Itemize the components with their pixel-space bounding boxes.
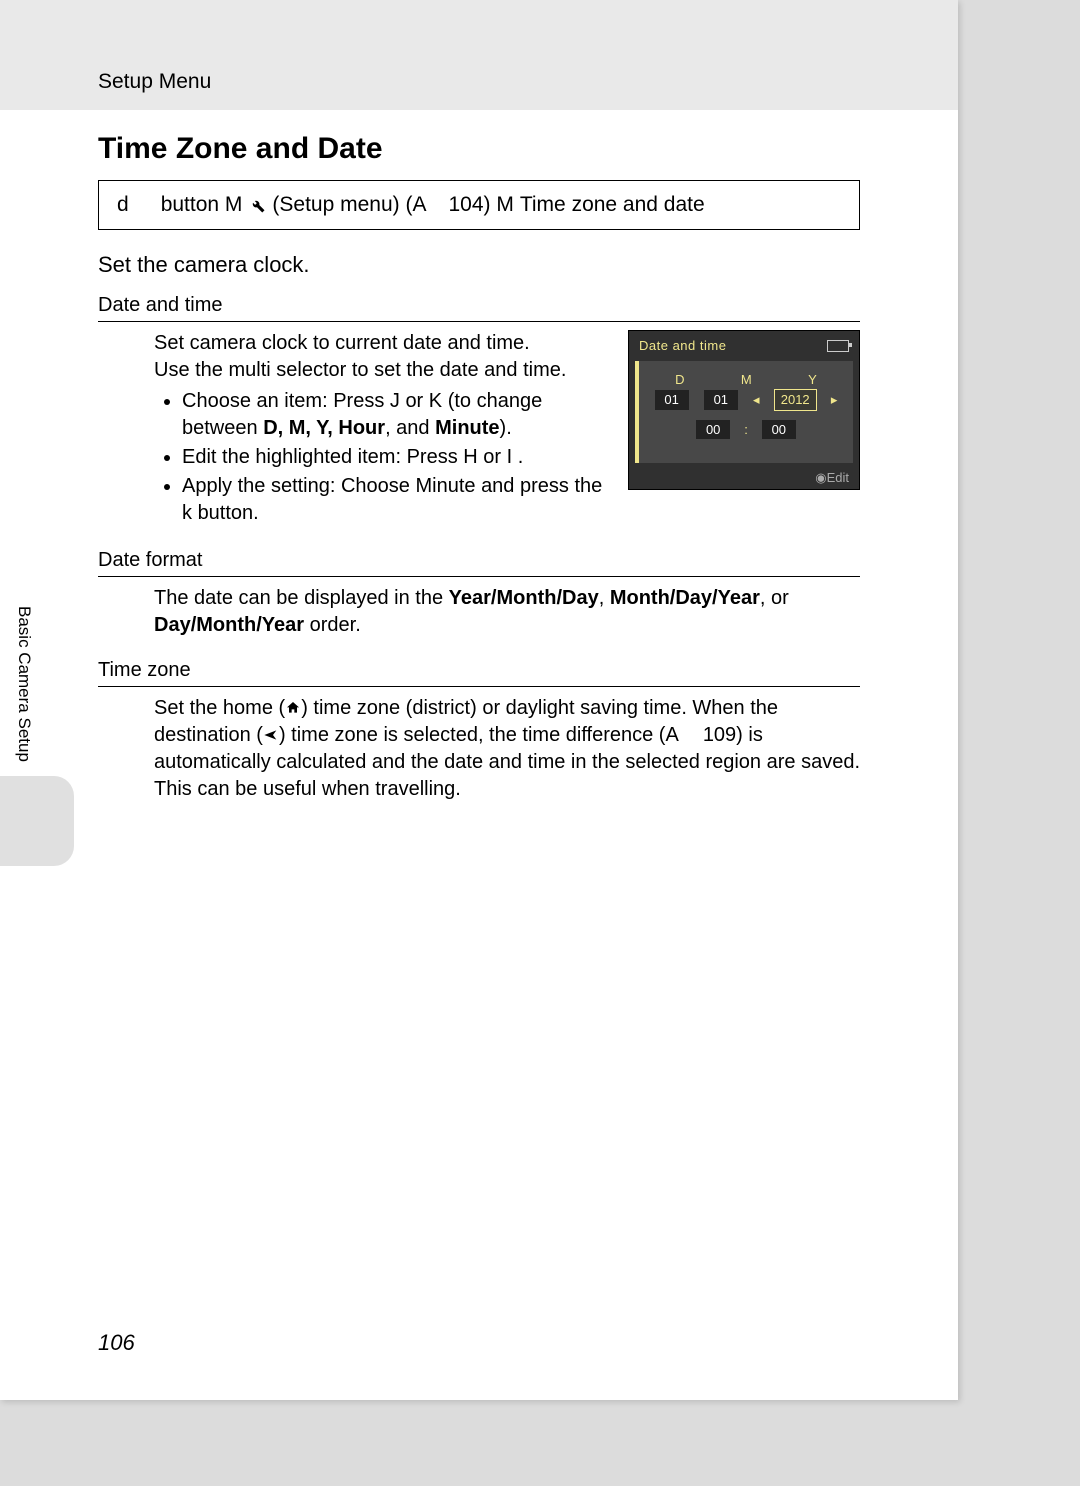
thumb-tab <box>0 776 74 866</box>
side-tab-label: Basic Camera Setup <box>14 606 34 762</box>
dt-intro2: Use the multi selector to set the date a… <box>154 357 612 384</box>
breadcrumb: Setup Menu <box>98 70 211 94</box>
lcd-edit-icon: ◉ <box>815 470 826 485</box>
dt-bullet-2: Edit the highlighted item: Press H or I … <box>182 444 612 471</box>
lcd-minute-value: 00 <box>762 420 796 440</box>
battery-icon <box>827 340 849 352</box>
nav-tail: Time zone and date <box>520 193 705 217</box>
home-icon <box>285 697 301 713</box>
lcd-label-d: D <box>675 371 684 389</box>
lcd-month-value: 01 <box>704 390 738 410</box>
lcd-colon: : <box>744 421 748 439</box>
page-title: Time Zone and Date <box>98 132 860 166</box>
nav-d: d <box>117 193 129 217</box>
lcd-title: Date and time <box>639 337 726 355</box>
section-header-time-zone: Time zone <box>98 659 860 687</box>
airplane-icon <box>263 724 279 740</box>
header-band: Setup Menu <box>0 0 958 110</box>
section-body-date-format: The date can be displayed in the Year/Mo… <box>98 585 860 639</box>
wrench-icon <box>248 196 266 214</box>
camera-lcd-preview: Date and time D M Y 01 01 ◂ <box>628 330 860 490</box>
section-header-date-and-time: Date and time <box>98 294 860 322</box>
nav-setup: (Setup menu) (A <box>272 193 426 217</box>
nav-pageref: 104) M <box>448 193 513 217</box>
section-body-date-and-time: Set camera clock to current date and tim… <box>98 330 860 529</box>
lcd-label-y: Y <box>808 371 817 389</box>
dt-intro1: Set camera clock to current date and tim… <box>154 330 612 357</box>
page-number: 106 <box>98 1330 135 1356</box>
dt-bullet-3: Apply the setting: Choose Minute and pre… <box>182 473 612 527</box>
lcd-hour-value: 00 <box>696 420 730 440</box>
lcd-day-value: 01 <box>655 390 689 410</box>
section-header-date-format: Date format <box>98 549 860 577</box>
lead-text: Set the camera clock. <box>98 252 860 278</box>
dt-bullet-1: Choose an item: Press J or K (to change … <box>182 388 612 442</box>
nav-path-box: d button M (Setup menu) (A 104) M Time z… <box>98 180 860 230</box>
lcd-edit-label: Edit <box>827 470 849 485</box>
lcd-year-value: 2012 <box>775 390 816 410</box>
section-body-time-zone: Set the home () time zone (district) or … <box>98 695 860 803</box>
manual-page: Setup Menu Time Zone and Date d button M… <box>0 0 958 1400</box>
nav-button-m: button M <box>161 193 243 217</box>
lcd-label-m: M <box>741 371 752 389</box>
content: Time Zone and Date d button M (Setup men… <box>0 110 958 803</box>
